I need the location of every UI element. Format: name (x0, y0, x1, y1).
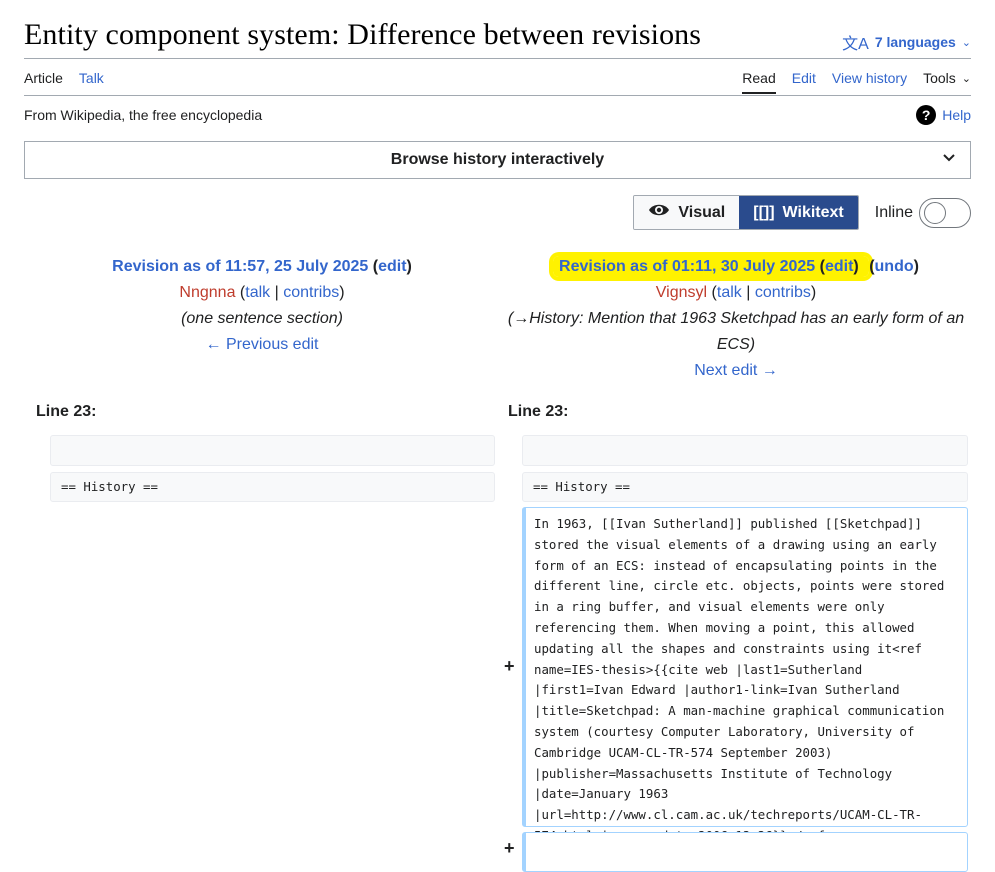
right-revision-title[interactable]: Revision as of 01:11, 30 July 2025 (559, 258, 815, 275)
language-selector[interactable]: 文A 7 languages ⌄ (842, 30, 971, 54)
left-context-line: == History == (50, 472, 495, 502)
inline-label: Inline (874, 203, 913, 221)
diff-mode-bar: Visual [[]] Wikitext Inline (633, 195, 971, 230)
left-talk-link[interactable]: talk (245, 284, 270, 301)
visual-label: Visual (678, 203, 726, 221)
right-line-number: Line 23: (508, 403, 569, 420)
inline-toggle[interactable] (919, 197, 971, 228)
tab-view-history[interactable]: View history (832, 70, 907, 86)
right-undo-link[interactable]: undo (875, 258, 914, 275)
added-marker: + (504, 656, 515, 676)
right-edit-link[interactable]: edit (825, 258, 853, 275)
highlight-mark: Revision as of 01:11, 30 July 2025 (edit… (553, 256, 870, 277)
left-contribs-link[interactable]: contribs (283, 284, 339, 301)
left-line-number: Line 23: (36, 403, 97, 420)
wikitext-mode-button[interactable]: [[]] Wikitext (739, 196, 858, 229)
added-marker: + (504, 838, 515, 858)
wikitext-icon: [[]] (753, 203, 775, 221)
help-link[interactable]: ? Help (916, 105, 971, 125)
right-talk-link[interactable]: talk (717, 284, 742, 301)
left-revision-title[interactable]: Revision as of 11:57, 25 July 2025 (112, 258, 368, 275)
tab-talk[interactable]: Talk (79, 70, 104, 86)
right-empty-context (522, 435, 968, 466)
visual-mode-button[interactable]: Visual (634, 196, 740, 229)
view-tabs: Read Edit View history Tools ⌄ (742, 70, 971, 94)
namespace-tabs: Article Talk (24, 70, 104, 86)
summary-text: Mention that 1963 Sketchpad has an early… (583, 310, 965, 353)
diff-mode-switch: Visual [[]] Wikitext (633, 195, 859, 230)
help-icon: ? (916, 105, 937, 125)
tools-menu[interactable]: Tools ⌄ (923, 70, 971, 86)
translate-icon: 文A (842, 36, 869, 53)
language-label: 7 languages (874, 34, 956, 50)
eye-icon (648, 203, 670, 222)
chevron-down-icon: ⌄ (961, 36, 971, 49)
wikitext-label: Wikitext (782, 203, 844, 221)
title-divider (24, 58, 971, 59)
toggle-knob (924, 201, 946, 224)
right-revision-info: Revision as of 01:11, 30 July 2025 (edit… (500, 254, 972, 384)
browse-history-label: Browse history interactively (390, 151, 605, 168)
summary-section-link[interactable]: (→History: (508, 310, 584, 327)
left-edit-link[interactable]: edit (378, 258, 406, 275)
next-edit-link[interactable]: Next edit → (694, 362, 778, 379)
tagline: From Wikipedia, the free encyclopedia (24, 107, 263, 123)
chevron-down-icon (942, 150, 956, 167)
tools-label: Tools (923, 70, 956, 86)
left-revision-info: Revision as of 11:57, 25 July 2025 (edit… (24, 254, 500, 358)
left-edit-summary: (one sentence section) (181, 310, 343, 327)
left-empty-context (50, 435, 495, 466)
right-edit-summary: (→History: Mention that 1963 Sketchpad h… (500, 306, 972, 358)
tab-edit[interactable]: Edit (792, 70, 816, 86)
tab-article[interactable]: Article (24, 70, 63, 86)
right-user-link[interactable]: Vignsyl (656, 284, 707, 301)
page-title: Entity component system: Difference betw… (24, 18, 702, 51)
browse-history-toggle[interactable]: Browse history interactively (24, 141, 971, 179)
tabs-divider (24, 95, 971, 96)
added-line: In 1963, [[Ivan Sutherland]] published [… (522, 507, 968, 843)
right-contribs-link[interactable]: contribs (755, 284, 811, 301)
added-empty-line (522, 832, 968, 872)
previous-edit-link[interactable]: ← Previous edit (206, 336, 319, 353)
help-label: Help (942, 107, 971, 123)
chevron-down-icon: ⌄ (961, 72, 971, 85)
tab-read[interactable]: Read (742, 70, 777, 94)
right-context-line: == History == (522, 472, 968, 502)
left-user-link[interactable]: Nngnna (179, 284, 235, 301)
